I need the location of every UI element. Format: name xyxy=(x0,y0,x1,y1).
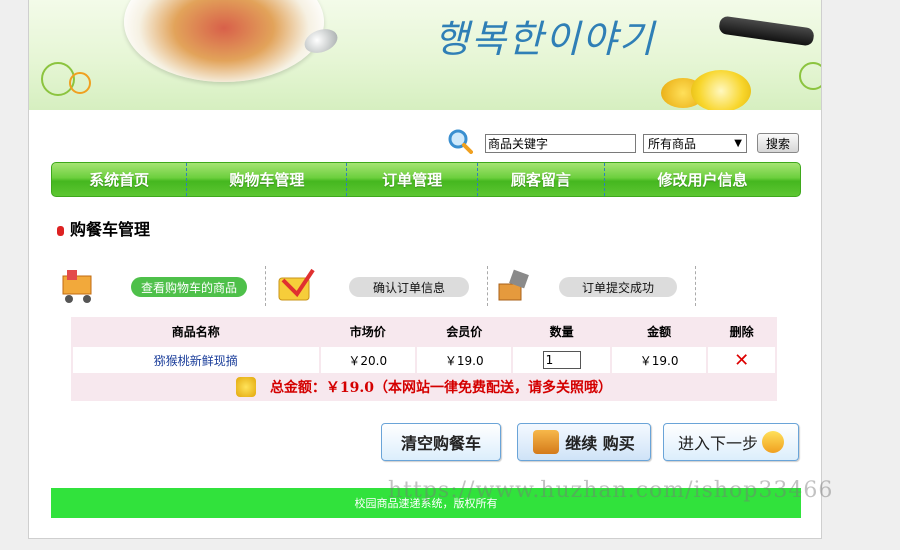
page-frame: 행복한이야기 所有商品 ▼ 搜索 系统首页 购物车管理 订单管理 顾客留言 修改… xyxy=(28,0,822,539)
page-title: 购餐车管理 xyxy=(57,216,150,240)
bullet-icon xyxy=(57,226,64,236)
step-divider xyxy=(487,266,488,306)
step-confirm-order: 确认订单信息 xyxy=(349,277,469,297)
table-row: 猕猴桃新鲜现摘 ￥20.0 ￥19.0 ￥19.0 ✕ xyxy=(71,345,777,375)
clear-cart-button[interactable]: 清空购餐车 xyxy=(381,423,501,461)
delete-icon[interactable]: ✕ xyxy=(734,350,749,371)
category-select-value: 所有商品 xyxy=(648,137,697,151)
boxes-icon xyxy=(498,269,529,301)
quantity-input[interactable] xyxy=(542,351,581,369)
search-bar: 所有商品 ▼ 搜索 xyxy=(29,128,821,158)
step-view-cart: 查看购物车的商品 xyxy=(131,277,247,297)
search-button-label: 搜索 xyxy=(765,136,790,151)
next-step-label: 进入下一步 xyxy=(677,434,758,453)
clear-cart-label: 清空购餐车 xyxy=(400,434,481,453)
watermark: https://www.huzhan.com/ishop33466 xyxy=(388,478,834,503)
nav-item-profile[interactable]: 修改用户信息 xyxy=(605,163,800,196)
swirl-decoration xyxy=(799,62,821,90)
chevron-down-icon: ▼ xyxy=(734,138,742,149)
cart-total: 总金额：￥19.0（本网站一律免费配送，请多关照哦） xyxy=(71,373,777,401)
col-header-market-price: 市场价 xyxy=(319,317,416,346)
cart-table: 商品名称 市场价 会员价 数量 金额 删除 猕猴桃新鲜现摘 ￥20.0 ￥19.… xyxy=(71,317,777,375)
step-order-success: 订单提交成功 xyxy=(559,277,677,297)
nav-item-orders[interactable]: 订单管理 xyxy=(347,163,478,196)
checkout-steps: 查看购物车的商品 确认订单信息 订单提交成功 xyxy=(55,262,715,312)
category-select[interactable]: 所有商品 ▼ xyxy=(643,134,747,153)
main-nav: 系统首页 购物车管理 订单管理 顾客留言 修改用户信息 xyxy=(51,162,801,197)
continue-shopping-button[interactable]: 继续 购买 xyxy=(517,423,651,461)
banner-logo: 행복한이야기 xyxy=(434,17,656,61)
search-input[interactable] xyxy=(485,134,636,153)
market-price-cell: ￥20.0 xyxy=(318,345,417,375)
col-header-amount: 金额 xyxy=(610,317,708,346)
next-step-button[interactable]: 进入下一步 xyxy=(663,423,799,461)
nav-item-messages[interactable]: 顾客留言 xyxy=(478,163,606,196)
wine-bottle-image xyxy=(718,15,815,47)
shopping-cart-icon xyxy=(533,430,560,454)
member-price-cell: ￥19.0 xyxy=(414,345,514,375)
continue-shopping-label: 继续 购买 xyxy=(565,434,635,453)
step-divider xyxy=(265,266,266,306)
amount-cell: ￥19.0 xyxy=(609,345,709,375)
runner-icon xyxy=(762,431,784,453)
swirl-decoration xyxy=(69,72,91,94)
nav-item-home[interactable]: 系统首页 xyxy=(52,163,188,196)
shopping-cart-icon xyxy=(62,270,92,303)
delete-cell: ✕ xyxy=(706,345,777,375)
site-banner: 행복한이야기 xyxy=(29,0,821,110)
product-name-cell: 猕猴桃新鲜现摘 xyxy=(71,345,321,375)
lemon-slice-image xyxy=(691,70,751,110)
col-header-name: 商品名称 xyxy=(72,317,320,346)
col-header-delete: 删除 xyxy=(707,317,776,346)
food-plate-image xyxy=(124,0,324,82)
quantity-cell xyxy=(511,345,612,375)
page-title-text: 购餐车管理 xyxy=(70,220,151,239)
step-divider xyxy=(695,266,696,306)
col-header-quantity: 数量 xyxy=(512,317,611,346)
col-header-member-price: 会员价 xyxy=(415,317,513,346)
total-amount-text: 总金额：￥19.0（本网站一律免费配送，请多关照哦） xyxy=(269,380,613,396)
product-name-link[interactable]: 猕猴桃新鲜现摘 xyxy=(154,354,238,368)
money-icon xyxy=(235,377,256,397)
nav-item-cart[interactable]: 购物车管理 xyxy=(187,163,348,196)
search-icon xyxy=(448,129,473,154)
search-button[interactable]: 搜索 xyxy=(757,133,799,153)
cart-header-row: 商品名称 市场价 会员价 数量 金额 删除 xyxy=(72,317,776,346)
calculator-icon xyxy=(278,268,315,301)
